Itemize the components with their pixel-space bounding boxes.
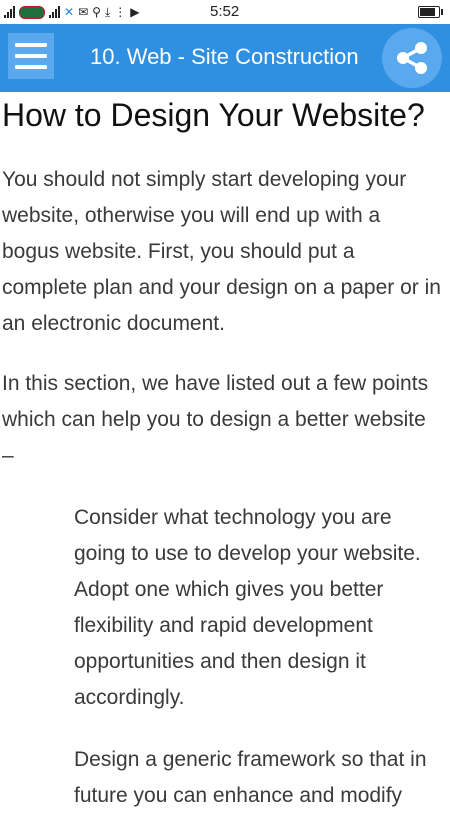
signal-icon [4, 6, 15, 18]
youtube-icon: ▶ [130, 5, 140, 19]
article-paragraph: In this section, we have listed out a fe… [2, 372, 429, 467]
carrier-badge-icon [19, 5, 45, 19]
share-button[interactable] [382, 28, 442, 88]
signal-icon [49, 6, 60, 18]
status-bar: ✕ ✉ ⚲ ⤓ ⋮ ▶ 5:52 [0, 0, 450, 24]
download-icon: ⤓ [104, 5, 111, 19]
list-item: Consider what technology you are going t… [74, 506, 421, 709]
article-content: How to Design Your Website? You should n… [0, 92, 450, 807]
status-icons: ✕ ✉ ⚲ ⤓ ⋮ ▶ [0, 5, 140, 19]
article-heading: How to Design Your Website? [2, 97, 425, 133]
page-title: 10. Web - Site Construction [90, 44, 359, 69]
gmail-icon: ✉ [78, 5, 89, 19]
article-paragraph: You should not simply start developing y… [2, 168, 441, 335]
dots-icon: ⋮ [114, 5, 127, 19]
list-item: Design a generic framework so that in fu… [74, 748, 427, 807]
network-icon: ✕ [64, 5, 75, 19]
battery-icon [418, 6, 443, 18]
status-time: 5:52 [210, 3, 240, 20]
app-bar: 10. Web - Site Construction [0, 24, 450, 92]
hamburger-menu-icon[interactable] [8, 33, 54, 79]
usb-icon: ⚲ [92, 5, 101, 19]
battery-fill [420, 8, 436, 16]
share-icon [397, 42, 427, 74]
